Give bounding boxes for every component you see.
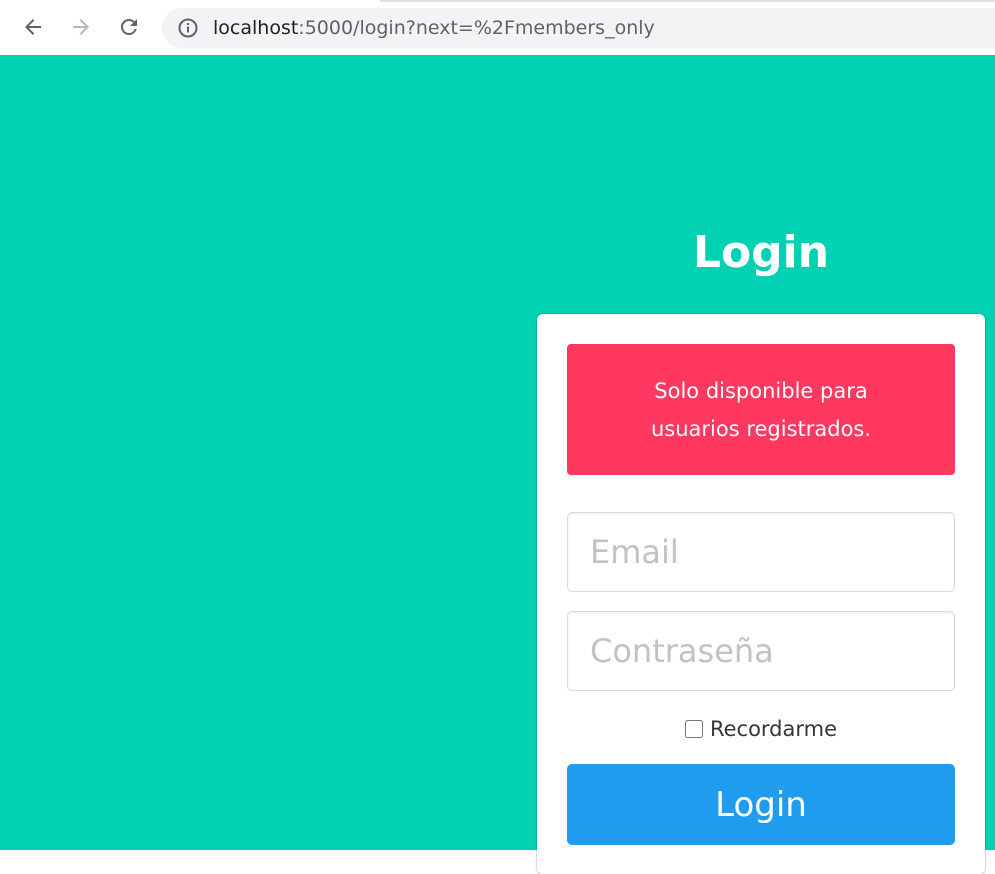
address-bar[interactable]: localhost:5000/login?next=%2Fmembers_onl… <box>162 8 995 48</box>
url-path: :5000/login?next=%2Fmembers_only <box>298 17 655 39</box>
alert-message: Solo disponible para usuarios registrado… <box>650 378 872 441</box>
password-field[interactable] <box>567 611 955 691</box>
browser-toolbar: localhost:5000/login?next=%2Fmembers_onl… <box>0 0 995 55</box>
back-button[interactable] <box>18 12 48 42</box>
login-box: Solo disponible para usuarios registrado… <box>537 314 985 874</box>
info-icon[interactable] <box>177 17 199 39</box>
back-arrow-icon <box>25 19 41 35</box>
url-text[interactable]: localhost:5000/login?next=%2Fmembers_onl… <box>213 17 655 39</box>
login-button[interactable]: Login <box>567 764 955 845</box>
remember-me[interactable]: Recordarme <box>567 714 955 744</box>
alert-notification: Solo disponible para usuarios registrado… <box>567 344 955 475</box>
email-field[interactable] <box>567 512 955 592</box>
page-title: Login <box>692 227 830 278</box>
forward-arrow-icon <box>73 19 89 35</box>
url-host: localhost <box>213 17 299 39</box>
remember-label: Recordarme <box>709 717 838 741</box>
remember-checkbox[interactable] <box>684 720 703 738</box>
forward-button[interactable] <box>66 12 96 42</box>
reload-button[interactable] <box>114 12 144 42</box>
page-background: Login Solo disponible para usuarios regi… <box>0 55 995 874</box>
reload-icon <box>121 19 137 35</box>
